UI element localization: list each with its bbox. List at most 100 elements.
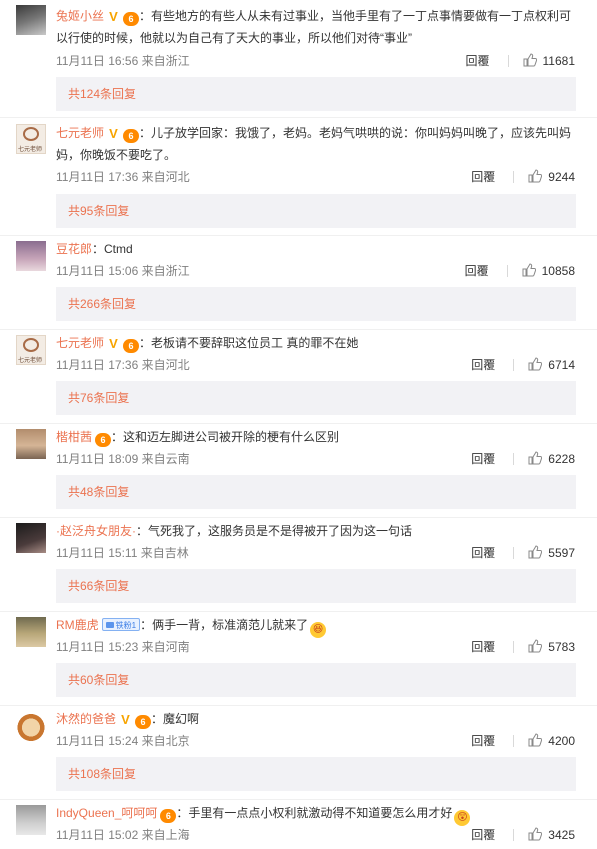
- comment-body: ：手里有一点点小权利就激动得不知道要怎么用才好: [176, 806, 453, 820]
- comment-actions: 回覆 11681: [466, 52, 575, 69]
- thumbs-up-icon: [528, 169, 543, 183]
- user-avatar[interactable]: 七元老师: [16, 335, 46, 365]
- comment-meta: 11月11日 16:56 来自浙江: [56, 54, 190, 68]
- replies-link[interactable]: 共108条回复: [56, 757, 576, 791]
- user-avatar[interactable]: [16, 241, 46, 271]
- verified-v-icon: V: [109, 126, 118, 141]
- username-link[interactable]: 楷柑茜: [56, 430, 92, 444]
- thumbs-up-icon: [528, 639, 543, 653]
- replies-link[interactable]: 共124条回复: [56, 77, 576, 111]
- like-button[interactable]: 5783: [528, 639, 575, 654]
- user-avatar[interactable]: [16, 805, 46, 835]
- comment-text: IndyQueen_呵呵呵 6 ：手里有一点点小权利就激动得不知道要怎么用才好 😲: [56, 802, 577, 826]
- comment-text: 豆花郎：Ctmd: [56, 238, 577, 260]
- replies-link[interactable]: 共66条回复: [56, 569, 576, 603]
- reply-button[interactable]: 回覆: [471, 640, 495, 654]
- comment-item: 沐然的爸爸 V 6 ：魔幻啊 11月11日 15:24 来自北京 回覆 4200 共10…: [0, 706, 597, 800]
- comment-actions: 回覆 5597: [471, 544, 575, 561]
- verified-v-icon: V: [109, 336, 118, 351]
- laughing-emoji-icon: 😆: [310, 622, 327, 638]
- username-link[interactable]: 七元老师: [56, 126, 104, 140]
- fan-badge: 铁粉1: [101, 618, 141, 631]
- username-link[interactable]: 兔姬小丝: [56, 9, 104, 23]
- thumbs-up-icon: [528, 827, 543, 841]
- replies-link[interactable]: 共60条回复: [56, 663, 576, 697]
- user-avatar[interactable]: [16, 5, 46, 35]
- reply-button[interactable]: 回覆: [471, 734, 495, 748]
- reply-button[interactable]: 回覆: [471, 358, 495, 372]
- user-avatar[interactable]: [16, 523, 46, 553]
- comment-body: ：Ctmd: [92, 242, 133, 256]
- action-divider: [513, 547, 515, 559]
- reply-button[interactable]: 回覆: [471, 170, 495, 184]
- comment-meta: 11月11日 15:02 来自上海: [56, 828, 190, 842]
- thumbs-up-icon: [528, 545, 543, 559]
- username-link[interactable]: ·赵泛舟女朋友·: [56, 524, 136, 538]
- reply-button[interactable]: 回覆: [471, 452, 495, 466]
- like-count: 9244: [548, 170, 575, 184]
- comment-list: 兔姬小丝 V 6 ：有些地方的有些人从未有过事业，当他手里有了一丁点事情要做有一丁点权…: [0, 0, 597, 849]
- like-button[interactable]: 11681: [523, 53, 575, 68]
- reply-button[interactable]: 回覆: [471, 546, 495, 560]
- username-link[interactable]: 沐然的爸爸: [56, 712, 116, 726]
- username-link[interactable]: RM鹿虎: [56, 618, 99, 632]
- like-count: 3425: [548, 828, 575, 842]
- like-button[interactable]: 6714: [528, 357, 575, 372]
- replies-link[interactable]: 共266条回复: [56, 287, 576, 321]
- vip-badge-icon: 6: [123, 339, 140, 353]
- like-button[interactable]: 3425: [528, 827, 575, 842]
- action-divider: [513, 171, 515, 183]
- seal-icon: [23, 127, 39, 141]
- action-divider: [513, 735, 515, 747]
- verified-v-icon: V: [109, 9, 118, 24]
- vip-badge-icon: 6: [123, 129, 140, 143]
- action-divider: [513, 641, 515, 653]
- comment-item: ·赵泛舟女朋友·：气死我了，这服务员是不是得被开了因为这一句话 11月11日 1…: [0, 518, 597, 612]
- username-link[interactable]: IndyQueen_呵呵呵: [56, 806, 157, 820]
- username-link[interactable]: 豆花郎: [56, 242, 92, 256]
- like-button[interactable]: 9244: [528, 169, 575, 184]
- comment-text: 兔姬小丝 V 6 ：有些地方的有些人从未有过事业，当他手里有了一丁点事情要做有一丁点权…: [56, 5, 577, 49]
- like-button[interactable]: 10858: [522, 263, 575, 278]
- reply-button[interactable]: 回覆: [471, 828, 495, 842]
- comment-item: 楷柑茜 6 ：这和迈左脚进公司被开除的梗有什么区别 11月11日 18:09 来自云…: [0, 424, 597, 518]
- user-avatar[interactable]: [16, 429, 46, 459]
- thumbs-up-icon: [528, 357, 543, 371]
- user-avatar[interactable]: [16, 617, 46, 647]
- like-count: 5597: [548, 546, 575, 560]
- like-count: 11681: [542, 54, 575, 68]
- comment-meta: 11月11日 17:36 来自河北: [56, 170, 190, 184]
- like-button[interactable]: 4200: [528, 733, 575, 748]
- comment-text: 楷柑茜 6 ：这和迈左脚进公司被开除的梗有什么区别: [56, 426, 577, 448]
- user-avatar[interactable]: 七元老师: [16, 124, 46, 154]
- vip-badge-icon: 6: [123, 12, 140, 26]
- comment-actions: 回覆 5783: [471, 638, 575, 655]
- like-button[interactable]: 5597: [528, 545, 575, 560]
- comment-meta: 11月11日 17:36 来自河北: [56, 358, 190, 372]
- reply-button[interactable]: 回覆: [465, 264, 489, 278]
- action-divider: [506, 265, 508, 277]
- like-count: 6228: [548, 452, 575, 466]
- reply-button[interactable]: 回覆: [466, 54, 490, 68]
- seal-icon: [23, 338, 39, 352]
- comment-body: ：老板请不要辞职这位员工 真的罪不在她: [139, 336, 359, 350]
- replies-link[interactable]: 共76条回复: [56, 381, 576, 415]
- comment-text: ·赵泛舟女朋友·：气死我了，这服务员是不是得被开了因为这一句话: [56, 520, 577, 542]
- username-link[interactable]: 七元老师: [56, 336, 104, 350]
- user-avatar[interactable]: [16, 711, 46, 741]
- fan-badge-icon: [105, 622, 114, 628]
- like-button[interactable]: 6228: [528, 451, 575, 466]
- replies-link[interactable]: 共95条回复: [56, 194, 576, 228]
- comment-actions: 回覆 6714: [471, 356, 575, 373]
- comment-item: RM鹿虎 铁粉1 ：俩手一背，标准滴范儿就来了 😆 11月11日 15:23 来自河南…: [0, 612, 597, 706]
- thumbs-up-icon: [523, 53, 537, 67]
- like-count: 6714: [548, 358, 575, 372]
- comment-meta: 11月11日 15:24 来自北京: [56, 734, 190, 748]
- comment-body: ：气死我了，这服务员是不是得被开了因为这一句话: [136, 524, 413, 538]
- vip-badge-icon: 6: [160, 809, 177, 823]
- replies-link[interactable]: 共48条回复: [56, 475, 576, 509]
- comment-meta: 11月11日 15:11 来自吉林: [56, 546, 189, 560]
- comment-text: 七元老师 V 6 ：儿子放学回家：我饿了，老妈。老妈气哄哄的说：你叫妈妈叫晚了，应该先…: [56, 122, 577, 166]
- comment-item: IndyQueen_呵呵呵 6 ：手里有一点点小权利就激动得不知道要怎么用才好 😲 1…: [0, 800, 597, 849]
- comment-body: ：俩手一背，标准滴范儿就来了: [140, 618, 309, 632]
